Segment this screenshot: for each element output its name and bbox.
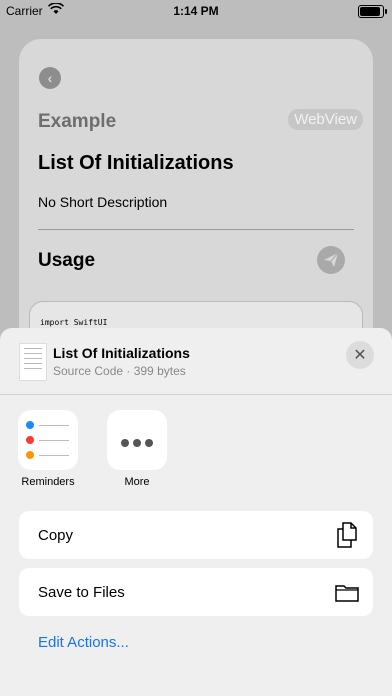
app-reminders[interactable]: Reminders xyxy=(18,410,78,488)
action-label: Copy xyxy=(38,526,74,544)
app-label: More xyxy=(124,476,150,488)
background-card: ‹ Example WebView List Of Initialization… xyxy=(19,39,373,369)
reminders-icon xyxy=(18,410,78,470)
webview-button[interactable]: WebView xyxy=(288,109,363,130)
send-icon xyxy=(324,252,339,267)
copy-icon xyxy=(337,522,357,548)
status-time: 1:14 PM xyxy=(173,4,219,18)
close-icon: ✕ xyxy=(353,347,367,364)
document-meta: Source Code · 399 bytes xyxy=(53,364,186,378)
back-button[interactable]: ‹ xyxy=(39,67,61,89)
app-label: Reminders xyxy=(21,476,75,488)
edit-actions-link[interactable]: Edit Actions... xyxy=(38,634,129,651)
usage-heading: Usage xyxy=(38,250,96,271)
snippet-description: No Short Description xyxy=(38,194,168,210)
status-bar: Carrier 1:14 PM xyxy=(0,0,392,22)
code-text: import SwiftUI xyxy=(40,318,108,327)
copy-action[interactable]: Copy xyxy=(19,511,373,559)
share-button[interactable] xyxy=(317,246,345,274)
snippet-title: List Of Initializations xyxy=(38,152,234,174)
chevron-left-icon: ‹ xyxy=(47,70,53,86)
document-thumbnail xyxy=(19,343,47,381)
folder-icon xyxy=(335,585,359,602)
app-more[interactable]: More xyxy=(107,410,167,488)
separator xyxy=(0,394,392,395)
share-sheet: List Of Initializations Source Code · 39… xyxy=(0,328,392,696)
action-label: Save to Files xyxy=(38,583,125,601)
save-to-files-action[interactable]: Save to Files xyxy=(19,568,373,616)
divider xyxy=(38,229,354,230)
more-icon xyxy=(107,410,167,470)
document-title: List Of Initializations xyxy=(53,345,190,361)
example-label: Example xyxy=(38,111,117,132)
battery-icon xyxy=(358,5,387,18)
close-button[interactable]: ✕ xyxy=(346,341,374,369)
